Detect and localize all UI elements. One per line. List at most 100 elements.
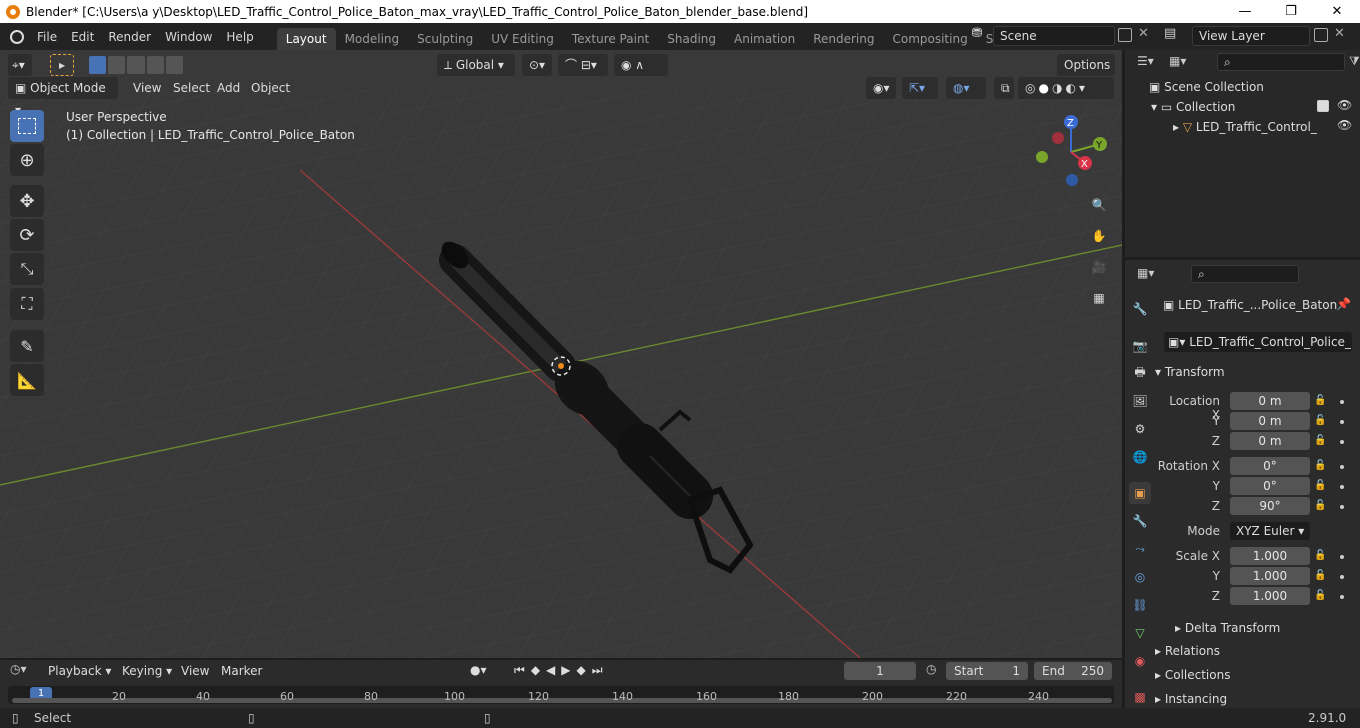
select-box-tool[interactable] bbox=[10, 110, 44, 142]
instancing-section-header[interactable]: ▸ Instancing bbox=[1155, 688, 1355, 710]
scale-y-field[interactable]: 1.000 bbox=[1230, 567, 1310, 585]
viewport-menu-view[interactable]: View bbox=[126, 77, 168, 99]
object-row[interactable]: ▸ ▽ LED_Traffic_Control_ bbox=[1173, 120, 1323, 134]
timeline-menu-view[interactable]: View bbox=[181, 664, 209, 678]
view-layer-icon[interactable]: ▤ bbox=[1164, 26, 1188, 46]
annotate-tool[interactable]: ✎ bbox=[10, 330, 44, 362]
modifier-tab-icon[interactable]: 🔧 bbox=[1129, 510, 1151, 532]
transform-orientation-dropdown[interactable]: ⟂ Global ▾ bbox=[437, 54, 515, 76]
constraints-tab-icon[interactable]: ⛓ bbox=[1129, 594, 1151, 616]
lock-location-y-icon[interactable]: 🔓 bbox=[1314, 415, 1328, 429]
close-button[interactable]: ✕ bbox=[1314, 0, 1360, 23]
play-icon[interactable]: ▶ bbox=[561, 663, 576, 677]
lock-rotation-x-icon[interactable]: 🔓 bbox=[1314, 460, 1328, 474]
blender-menu-icon[interactable] bbox=[10, 29, 24, 44]
prev-keyframe-icon[interactable]: ◆ bbox=[531, 663, 546, 677]
keyframe-dot-icon[interactable] bbox=[1340, 595, 1344, 599]
menu-file[interactable]: File bbox=[30, 27, 64, 47]
view-layer-tab-icon[interactable]: 🖼 bbox=[1129, 390, 1151, 412]
mode-invert-icon[interactable] bbox=[146, 56, 164, 74]
snap-icon[interactable]: ⌒ ⊟▾ bbox=[558, 54, 608, 76]
mode-subtract-icon[interactable] bbox=[127, 56, 145, 74]
viewport-menu-add[interactable]: Add bbox=[210, 77, 247, 99]
collapse-chevron-icon[interactable]: ▾ bbox=[1151, 100, 1161, 114]
tab-rendering[interactable]: Rendering bbox=[804, 28, 883, 50]
new-scene-icon[interactable] bbox=[1118, 28, 1132, 42]
menu-help[interactable]: Help bbox=[219, 27, 260, 47]
cursor-tool[interactable]: ⊕ bbox=[10, 144, 44, 176]
outliner-search-input[interactable]: ⌕ bbox=[1217, 53, 1345, 71]
scene-field[interactable]: Scene bbox=[993, 26, 1115, 46]
scene-tab-icon[interactable]: ⚙ bbox=[1129, 418, 1151, 440]
end-frame-field[interactable]: End 250 bbox=[1034, 662, 1112, 680]
timeline-editor-icon[interactable]: ◷▾ bbox=[10, 662, 27, 676]
delta-transform-header[interactable]: ▸ Delta Transform bbox=[1175, 617, 1360, 639]
mode-set-icon[interactable] bbox=[89, 56, 107, 74]
keyframe-dot-icon[interactable] bbox=[1340, 505, 1344, 509]
display-mode-icon[interactable]: ▦▾ bbox=[1169, 54, 1186, 68]
tab-sculpting[interactable]: Sculpting bbox=[408, 28, 482, 50]
lock-scale-x-icon[interactable]: 🔓 bbox=[1314, 550, 1328, 564]
keyframe-dot-icon[interactable] bbox=[1340, 400, 1344, 404]
maximize-button[interactable]: ❐ bbox=[1268, 0, 1314, 23]
jump-start-icon[interactable]: ⏮ bbox=[514, 663, 531, 677]
transform-tool[interactable]: ⛶ bbox=[10, 288, 44, 320]
keyframe-dot-icon[interactable] bbox=[1340, 420, 1344, 424]
tab-layout[interactable]: Layout bbox=[276, 27, 336, 50]
tab-animation[interactable]: Animation bbox=[725, 28, 804, 50]
xray-toggle-icon[interactable]: ⧉ bbox=[994, 77, 1014, 99]
next-keyframe-icon[interactable]: ◆ bbox=[577, 663, 592, 677]
wireframe-shading-icon[interactable]: ◎ bbox=[1025, 77, 1035, 99]
relations-section-header[interactable]: ▸ Relations bbox=[1155, 640, 1355, 662]
keyframe-dot-icon[interactable] bbox=[1340, 465, 1344, 469]
overlay-toggle-icon[interactable]: ◍▾ bbox=[946, 77, 986, 99]
world-tab-icon[interactable]: 🌐 bbox=[1129, 446, 1151, 468]
timeline-menu-playback[interactable]: Playback ▾ bbox=[48, 664, 111, 678]
new-view-layer-icon[interactable] bbox=[1314, 28, 1328, 42]
viewport-menu-object[interactable]: Object bbox=[244, 77, 297, 99]
navigation-gizmo[interactable]: Z Y X bbox=[1030, 110, 1114, 194]
expand-chevron-icon[interactable]: ▸ bbox=[1173, 120, 1183, 134]
tab-modeling[interactable]: Modeling bbox=[336, 28, 409, 50]
gizmo-toggle-icon[interactable]: ⇱▾ bbox=[902, 77, 938, 99]
mode-extend-icon[interactable] bbox=[108, 56, 126, 74]
render-tab-icon[interactable]: 📷 bbox=[1129, 335, 1151, 357]
filter-icon[interactable]: ⧩ bbox=[1349, 54, 1360, 69]
scale-tool[interactable]: ⤡ bbox=[10, 253, 44, 285]
output-tab-icon[interactable]: 🖶 bbox=[1129, 362, 1151, 384]
pan-hand-icon[interactable]: ✋ bbox=[1086, 223, 1112, 249]
properties-search-input[interactable]: ⌕ bbox=[1191, 265, 1299, 283]
object-name-field[interactable]: ▣▾ LED_Traffic_Control_Police_... bbox=[1164, 332, 1352, 352]
menu-edit[interactable]: Edit bbox=[64, 27, 101, 47]
tab-texture-paint[interactable]: Texture Paint bbox=[563, 28, 658, 50]
timeline-menu-marker[interactable]: Marker bbox=[221, 664, 262, 678]
data-tab-icon[interactable]: ▽ bbox=[1129, 622, 1151, 644]
move-tool[interactable]: ✥ bbox=[10, 185, 44, 217]
texture-tab-icon[interactable]: ▩ bbox=[1129, 686, 1151, 708]
scale-z-field[interactable]: 1.000 bbox=[1230, 587, 1310, 605]
scene-icon[interactable]: ⛃ bbox=[965, 26, 989, 46]
rotation-mode-dropdown[interactable]: XYZ Euler ▾ bbox=[1230, 522, 1310, 540]
location-x-field[interactable]: 0 m bbox=[1230, 392, 1310, 410]
lock-location-x-icon[interactable]: 🔓 bbox=[1314, 395, 1328, 409]
lock-rotation-y-icon[interactable]: 🔓 bbox=[1314, 480, 1328, 494]
keyframe-dot-icon[interactable] bbox=[1340, 485, 1344, 489]
material-tab-icon[interactable]: ◉ bbox=[1129, 650, 1151, 672]
pin-icon[interactable]: 📌 bbox=[1336, 297, 1351, 311]
particles-tab-icon[interactable]: ⤳ bbox=[1129, 538, 1151, 560]
rotation-z-field[interactable]: 90° bbox=[1230, 497, 1310, 515]
tool-tab-icon[interactable]: 🔧 bbox=[1129, 298, 1151, 320]
collections-section-header[interactable]: ▸ Collections bbox=[1155, 664, 1355, 686]
tab-uv-editing[interactable]: UV Editing bbox=[482, 28, 563, 50]
physics-tab-icon[interactable]: ◎ bbox=[1129, 566, 1151, 588]
select-box-icon[interactable]: ▸ bbox=[50, 54, 74, 76]
menu-render[interactable]: Render bbox=[101, 27, 158, 47]
measure-tool[interactable]: 📐 bbox=[10, 364, 44, 396]
record-icon[interactable]: ●▾ bbox=[470, 663, 487, 677]
lock-scale-y-icon[interactable]: 🔓 bbox=[1314, 570, 1328, 584]
lock-location-z-icon[interactable]: 🔓 bbox=[1314, 435, 1328, 449]
object-mode-dropdown[interactable]: ▣ Object Mode ▾ bbox=[8, 77, 118, 117]
shading-options-icon[interactable]: ▾ bbox=[1079, 77, 1085, 99]
scale-x-field[interactable]: 1.000 bbox=[1230, 547, 1310, 565]
object-tab-icon[interactable]: ▣ bbox=[1129, 482, 1151, 504]
